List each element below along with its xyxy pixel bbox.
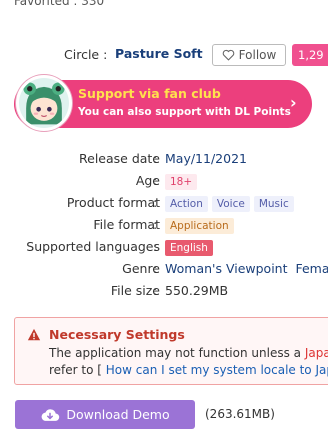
release-date-label: Release date <box>79 151 160 166</box>
download-size: (263.61MB) <box>205 407 275 421</box>
locale-help-link[interactable]: How can I set my system locale to Jap <box>106 363 328 377</box>
follower-count-badge: 1,29 <box>292 44 328 66</box>
warning-highlight: Japan <box>304 346 328 360</box>
release-date-value[interactable]: May/11/2021 <box>165 151 247 166</box>
file-format-label: File format <box>93 217 160 232</box>
circle-name-link[interactable]: Pasture Soft <box>115 46 203 61</box>
warning-text-line-1: The application may not function unless … <box>49 346 328 360</box>
product-format-tag-action[interactable]: Action <box>165 196 208 212</box>
warning-title: Necessary Settings <box>49 327 185 342</box>
circle-label: Circle : <box>64 47 108 62</box>
heart-icon <box>222 49 234 61</box>
colon: : <box>153 261 158 276</box>
download-demo-label: Download Demo <box>66 407 170 422</box>
info-row-release-date: Release date : May/11/2021 <box>0 148 328 170</box>
languages-label: Supported languages <box>26 239 160 254</box>
circle-row: Circle : Pasture Soft Follow 1,29 <box>0 44 328 66</box>
fanclub-title: Support via fan club <box>78 86 221 101</box>
info-row-age: Age : 18+ <box>0 170 328 192</box>
age-rating-badge: 18+ <box>165 174 198 190</box>
language-tag-english[interactable]: English <box>165 240 213 256</box>
fanclub-subtitle: You can also support with DL Points <box>78 106 291 118</box>
download-demo-button[interactable]: Download Demo <box>15 400 195 429</box>
colon: : <box>153 283 158 298</box>
follow-label: Follow <box>238 48 277 62</box>
warning-icon <box>27 328 41 341</box>
file-format-tag[interactable]: Application <box>165 218 234 234</box>
colon: : <box>153 195 158 210</box>
colon: : <box>153 217 158 232</box>
info-row-languages: Supported languages : English <box>0 236 328 258</box>
product-format-label: Product format <box>66 195 160 210</box>
follow-button[interactable]: Follow <box>212 44 286 66</box>
work-info-table: Release date : May/11/2021 Age : 18+ Pro… <box>0 148 328 302</box>
product-format-tag-music[interactable]: Music <box>253 196 294 212</box>
product-format-tag-voice[interactable]: Voice <box>211 196 250 212</box>
genre-link-female[interactable]: Fema <box>295 261 328 276</box>
colon: : <box>153 151 158 166</box>
file-size-value: 550.29MB <box>165 283 229 298</box>
chevron-right-icon: › <box>290 93 297 112</box>
colon: : <box>153 239 158 254</box>
info-row-file-format: File format : Application <box>0 214 328 236</box>
favorited-count: Favorited : 330 <box>14 0 105 8</box>
warning-text-line-2: refer to [ How can I set my system local… <box>49 363 328 377</box>
info-row-genre: Genre : Woman's Viewpoint Fema <box>0 258 328 280</box>
colon: : <box>153 173 158 188</box>
genre-link-womans-viewpoint[interactable]: Woman's Viewpoint <box>165 261 288 276</box>
info-row-product-format: Product format : Action Voice Music <box>0 192 328 214</box>
mascot-illustration <box>19 78 69 128</box>
necessary-settings-notice: Necessary Settings The application may n… <box>14 317 328 385</box>
fanclub-mascot-avatar <box>16 75 72 131</box>
cloud-download-icon <box>41 408 60 421</box>
info-row-file-size: File size : 550.29MB <box>0 280 328 302</box>
